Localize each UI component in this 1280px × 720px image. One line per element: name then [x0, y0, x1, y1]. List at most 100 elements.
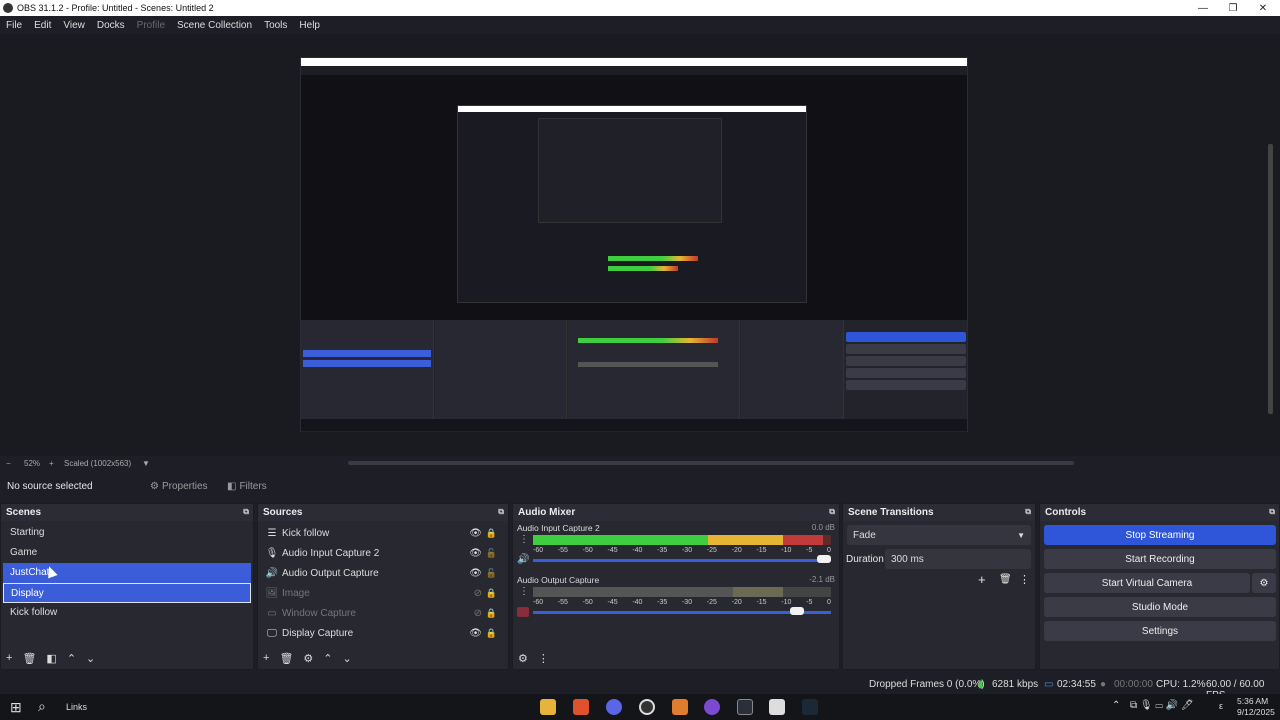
meter-green	[533, 535, 708, 545]
discord-icon[interactable]	[606, 699, 622, 715]
tray-icons[interactable]: ⧉ 🎙 ▭ 🔊 🖊	[1130, 700, 1194, 711]
close-button[interactable]: ✕	[1248, 0, 1278, 16]
start-virtual-camera-button[interactable]: Start Virtual Camera	[1044, 573, 1250, 593]
source-item[interactable]: 🖼 Image ⊘ 🔒	[258, 583, 508, 603]
menu-edit[interactable]: Edit	[28, 20, 57, 31]
preview-horizontal-scrollbar[interactable]	[348, 461, 1074, 465]
minimize-button[interactable]: —	[1188, 0, 1218, 16]
eye-hidden-icon[interactable]: ⊘	[474, 608, 482, 619]
start-recording-button[interactable]: Start Recording	[1044, 549, 1276, 569]
window-titlebar: OBS 31.1.2 - Profile: Untitled - Scenes:…	[0, 0, 1280, 16]
volume-icon[interactable]: 🔊	[517, 554, 529, 565]
virtual-camera-settings-icon[interactable]: ⚙	[1252, 573, 1276, 593]
source-item[interactable]: ▭ Window Capture ⊘ 🔒	[258, 603, 508, 623]
scene-item-display[interactable]: Display	[3, 583, 251, 603]
transition-value: Fade	[853, 529, 876, 541]
eye-icon[interactable]: 👁	[469, 628, 482, 639]
maximize-button[interactable]: ❐	[1218, 0, 1248, 16]
filters-button[interactable]: ◧ Filters	[227, 476, 267, 496]
scene-item-justchat[interactable]: JustChat	[3, 563, 251, 583]
scene-item-game[interactable]: Game	[3, 543, 251, 563]
terminal-icon[interactable]	[737, 699, 753, 715]
eye-icon[interactable]: 👁	[469, 548, 482, 559]
source-item[interactable]: ☰ Kick follow 👁 🔒	[258, 523, 508, 543]
unlock-icon[interactable]: 🔓	[486, 548, 497, 559]
menu-tools[interactable]: Tools	[258, 20, 293, 31]
volume-fader[interactable]	[533, 559, 831, 562]
menu-file[interactable]: File	[0, 20, 28, 31]
steam-icon[interactable]	[802, 699, 818, 715]
unlock-icon[interactable]: 🔓	[486, 568, 497, 579]
properties-button[interactable]: ⚙ Properties	[150, 476, 208, 496]
studio-mode-button[interactable]: Studio Mode	[1044, 597, 1276, 617]
zoom-out-button[interactable]: −	[6, 459, 11, 468]
mixer-channel: Audio Output Capture -2.1 dB ⋮ -60 -55 -50…	[513, 573, 839, 625]
lock-icon[interactable]: 🔒	[486, 588, 497, 599]
add-transition-icon[interactable]: +	[978, 572, 986, 587]
more-options-icon[interactable]: ⋮	[519, 586, 529, 597]
zoom-in-button[interactable]: +	[49, 459, 54, 468]
preview-vertical-scrollbar[interactable]	[1268, 144, 1273, 414]
menu-docks[interactable]: Docks	[91, 20, 131, 31]
lock-icon[interactable]: 🔒	[486, 608, 497, 619]
source-item[interactable]: 🎙 Audio Input Capture 2 👁 🔓	[258, 543, 508, 563]
notepad-icon[interactable]	[769, 699, 785, 715]
move-up-icon[interactable]: ⌃	[323, 652, 332, 665]
taskbar-search-label[interactable]: Links	[66, 702, 87, 712]
undock-icon[interactable]: ⧉	[1269, 507, 1275, 517]
app-icon[interactable]	[672, 699, 688, 715]
volume-knob[interactable]	[817, 555, 831, 563]
remove-transition-icon[interactable]: 🗑	[999, 574, 1012, 585]
language-indicator[interactable]: ε	[1219, 701, 1223, 711]
clock-date[interactable]: 9/12/2025	[1237, 707, 1275, 717]
eye-icon[interactable]: 👁	[469, 528, 482, 539]
scene-item-kick-follow[interactable]: Kick follow	[3, 603, 251, 623]
transition-menu-icon[interactable]: ⋮	[1019, 573, 1030, 586]
menu-view[interactable]: View	[57, 20, 91, 31]
move-down-icon[interactable]: ⌄	[343, 652, 352, 665]
stop-streaming-button[interactable]: Stop Streaming	[1044, 525, 1276, 545]
source-item[interactable]: 🔊 Audio Output Capture 👁 🔓	[258, 563, 508, 583]
scene-item-starting[interactable]: Starting	[3, 523, 251, 543]
app-icon[interactable]	[704, 699, 720, 715]
volume-fader[interactable]	[533, 611, 831, 614]
volume-knob[interactable]	[790, 607, 804, 615]
duration-input[interactable]: 300 ms	[885, 549, 1031, 569]
undock-icon[interactable]: ⧉	[1025, 507, 1031, 517]
add-source-icon[interactable]: +	[263, 652, 269, 664]
window-title: OBS 31.1.2 - Profile: Untitled - Scenes:…	[17, 3, 214, 13]
lock-icon[interactable]: 🔒	[486, 628, 497, 639]
move-up-icon[interactable]: ⌃	[67, 652, 76, 665]
settings-button[interactable]: Settings	[1044, 621, 1276, 641]
scene-filters-icon[interactable]: ◧	[46, 652, 56, 665]
obs-taskbar-icon[interactable]	[639, 699, 655, 715]
windows-start-icon[interactable]: ⊞	[10, 699, 22, 716]
tray-overflow-icon[interactable]: ⌃	[1112, 700, 1120, 711]
move-down-icon[interactable]: ⌄	[86, 652, 95, 665]
undock-icon[interactable]: ⧉	[498, 507, 504, 517]
menu-scene-collection[interactable]: Scene Collection	[171, 20, 258, 31]
lock-icon[interactable]: 🔒	[486, 528, 497, 539]
menu-profile[interactable]: Profile	[131, 20, 171, 31]
eye-icon[interactable]: 👁	[469, 568, 482, 579]
source-properties-icon[interactable]: ⚙	[303, 652, 313, 665]
undock-icon[interactable]: ⧉	[829, 507, 835, 517]
record-icon: ●	[1100, 679, 1107, 690]
mixer-menu-icon[interactable]: ⋮	[538, 652, 549, 665]
undock-icon[interactable]: ⧉	[243, 507, 249, 517]
remove-source-icon[interactable]: 🗑	[279, 652, 293, 665]
file-explorer-icon[interactable]	[540, 699, 556, 715]
remove-scene-icon[interactable]: 🗑	[22, 652, 36, 665]
transition-select[interactable]: Fade ▼	[847, 525, 1031, 545]
more-options-icon[interactable]: ⋮	[519, 534, 529, 545]
muted-icon[interactable]	[517, 607, 529, 617]
scale-dropdown-icon[interactable]: ▼	[142, 459, 150, 468]
brave-browser-icon[interactable]	[573, 699, 589, 715]
search-icon[interactable]: ⌕	[38, 698, 46, 715]
clock-time[interactable]: 5:36 AM	[1237, 696, 1268, 706]
menu-help[interactable]: Help	[293, 20, 326, 31]
add-scene-icon[interactable]: +	[6, 652, 12, 664]
advanced-audio-icon[interactable]: ⚙	[518, 652, 528, 665]
source-item[interactable]: 🖵 Display Capture 👁 🔒	[258, 623, 508, 643]
eye-hidden-icon[interactable]: ⊘	[474, 588, 482, 599]
